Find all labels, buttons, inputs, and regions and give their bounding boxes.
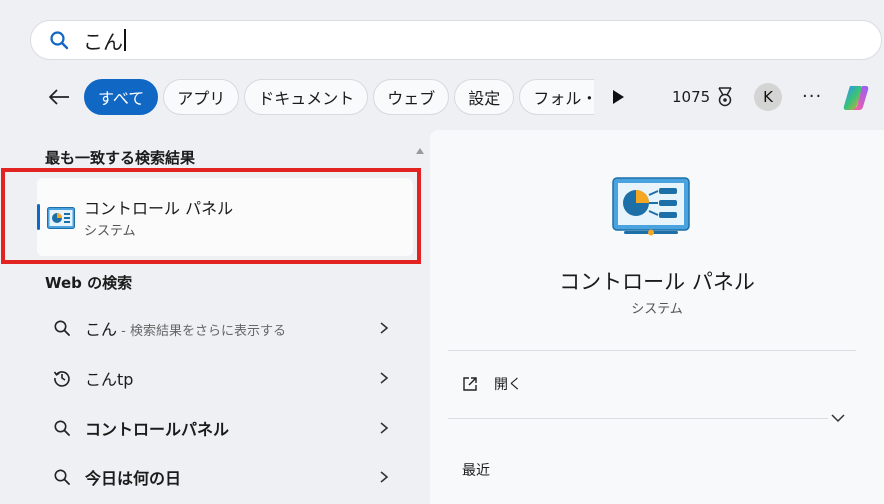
web-result-label: こんtp (85, 370, 134, 389)
search-icon (50, 31, 69, 50)
search-icon (54, 320, 70, 336)
results-scrollbar[interactable] (415, 140, 425, 504)
chevron-right-icon (380, 372, 389, 384)
chevron-down-icon[interactable] (830, 412, 846, 424)
control-panel-icon (47, 207, 75, 229)
web-result-label: こん - 検索結果をさらに表示する (85, 320, 286, 339)
web-result-label: コントロールパネル (85, 420, 230, 439)
web-result-item[interactable]: こん - 検索結果をさらに表示する (25, 306, 405, 350)
web-result-item[interactable]: こんtp (25, 356, 405, 400)
chevron-right-icon (380, 322, 389, 334)
rewards-points[interactable]: 1075 (672, 87, 734, 107)
history-icon (53, 371, 70, 387)
filter-bar: すべて アプリ ドキュメント ウェブ 設定 フォル・ 1075 K ··· (0, 76, 884, 118)
detail-divider (448, 418, 828, 419)
best-match-title: コントロール パネル (84, 199, 234, 218)
control-panel-icon (612, 177, 690, 236)
text-caret (124, 29, 126, 51)
tab-apps[interactable]: アプリ (163, 79, 240, 115)
back-button[interactable] (44, 84, 74, 110)
detail-app-title: コントロール パネル (559, 270, 755, 294)
tab-documents[interactable]: ドキュメント (244, 79, 369, 115)
copilot-icon[interactable] (840, 82, 872, 114)
web-result-hint: - 検索結果をさらに表示する (117, 324, 286, 339)
detail-panel: コントロール パネル システム 開く 最近 (430, 130, 884, 504)
tab-web[interactable]: ウェブ (373, 79, 450, 115)
arrow-left-icon (49, 89, 69, 105)
best-match-heading: 最も一致する検索結果 (45, 149, 196, 167)
more-options-button[interactable]: ··· (802, 86, 822, 107)
open-external-icon (463, 377, 477, 391)
search-icon (54, 420, 70, 436)
web-result-item[interactable]: コントロールパネル (25, 406, 405, 450)
open-label: 開く (494, 377, 522, 393)
scroll-up-icon[interactable] (415, 147, 425, 155)
chevron-right-icon (380, 422, 389, 434)
search-query: こん (83, 29, 123, 54)
recent-heading: 最近 (462, 463, 490, 479)
tab-settings[interactable]: 設定 (454, 79, 515, 115)
best-match-result[interactable]: コントロール パネル システム (37, 178, 413, 256)
web-search-heading: Web の検索 (45, 274, 133, 292)
search-icon (54, 469, 70, 485)
selection-indicator (37, 204, 40, 230)
web-result-label: 今日は何の日 (85, 469, 182, 488)
best-match-subtitle: システム (84, 224, 136, 239)
web-result-item[interactable]: 今日は何の日 (25, 455, 405, 499)
detail-app-subtitle: システム (631, 302, 683, 317)
scroll-tabs-right-icon[interactable] (610, 88, 626, 106)
avatar-initial: K (763, 88, 773, 106)
search-box[interactable]: こん (30, 20, 882, 60)
search-input[interactable]: こん (83, 26, 126, 55)
chevron-right-icon (380, 471, 389, 483)
points-value: 1075 (672, 88, 711, 106)
open-button[interactable]: 開く (462, 374, 522, 394)
tab-all[interactable]: すべて (84, 79, 159, 115)
tab-folders[interactable]: フォル・ (519, 79, 594, 115)
user-avatar[interactable]: K (754, 83, 782, 111)
detail-divider (448, 350, 856, 351)
filter-tabs: すべて アプリ ドキュメント ウェブ 設定 フォル・ (84, 79, 594, 115)
results-panel: 最も一致する検索結果 コントロール パネル システム Web の検索 こん - … (25, 128, 415, 504)
medal-icon (718, 87, 732, 107)
